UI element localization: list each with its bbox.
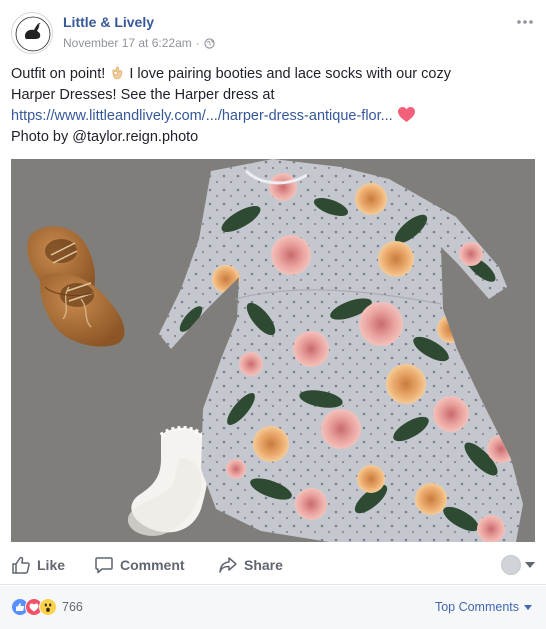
- page-avatar[interactable]: [11, 12, 53, 54]
- post-footer: 766 Top Comments: [0, 586, 546, 629]
- post-text-segment: Outfit on point!: [11, 66, 106, 82]
- viewer-selector[interactable]: [501, 555, 535, 575]
- comment-label: Comment: [120, 557, 185, 573]
- wow-reaction-icon: [39, 598, 57, 616]
- rabbit-logo-icon: [15, 16, 51, 52]
- post-timestamp[interactable]: November 17 at 6:22am: [63, 36, 192, 50]
- post-text-segment: I love pairing booties and lace socks wi…: [129, 66, 451, 82]
- share-arrow-icon: [219, 557, 237, 573]
- page-name-link[interactable]: Little & Lively: [63, 14, 154, 30]
- meta-separator: ·: [195, 36, 200, 50]
- post-text-line-2: Harper Dresses! See the Harper dress at: [11, 87, 275, 103]
- post-photo[interactable]: [11, 159, 535, 542]
- viewer-avatar: [501, 555, 521, 575]
- facebook-post: Little & Lively November 17 at 6:22am · …: [0, 0, 546, 629]
- like-label: Like: [37, 557, 66, 573]
- heart-emoji-icon: [397, 107, 415, 122]
- harper-dress-link[interactable]: https://www.littleandlively.com/.../harp…: [11, 108, 393, 124]
- post-text: Outfit on point! I love pairing booties …: [11, 64, 536, 148]
- globe-icon[interactable]: [204, 37, 215, 49]
- more-options-icon[interactable]: [514, 14, 536, 30]
- ok-hand-emoji-icon: [112, 66, 123, 80]
- reactions-summary[interactable]: 766: [11, 598, 83, 616]
- comment-bubble-icon: [95, 557, 113, 574]
- outfit-photo-illustration: [11, 159, 535, 542]
- chevron-down-icon: [524, 604, 532, 610]
- post-action-bar: Like Comment Share: [0, 545, 546, 585]
- post-text-line-4: Photo by @taylor.reign.photo: [11, 129, 199, 145]
- share-label: Share: [244, 557, 283, 573]
- post-text-line-1: Outfit on point! I love pairing booties …: [11, 64, 536, 85]
- like-button[interactable]: Like: [11, 553, 65, 577]
- top-comments-dropdown[interactable]: Top Comments: [435, 600, 532, 614]
- comment-button[interactable]: Comment: [94, 553, 185, 577]
- chevron-down-icon: [525, 562, 535, 568]
- share-button[interactable]: Share: [218, 553, 283, 577]
- thumbs-up-icon: [12, 556, 30, 574]
- post-header: Little & Lively November 17 at 6:22am ·: [11, 12, 536, 58]
- post-text-line-3: https://www.littleandlively.com/.../harp…: [11, 106, 536, 127]
- reaction-count: 766: [62, 600, 83, 614]
- top-comments-label: Top Comments: [434, 600, 519, 614]
- post-meta: November 17 at 6:22am ·: [63, 36, 215, 50]
